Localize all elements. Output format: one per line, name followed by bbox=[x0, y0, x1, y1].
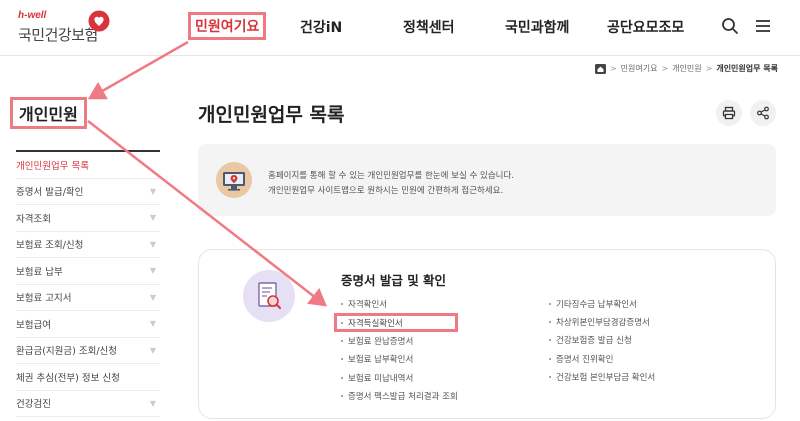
sidebar-item-label: 체권 추심(전부) 정보 신청 bbox=[16, 372, 120, 384]
breadcrumb-separator: > bbox=[661, 64, 669, 73]
chevron-down-icon: ▼ bbox=[149, 213, 156, 223]
breadcrumb-current: 개인민원업무 목록 bbox=[716, 64, 778, 73]
chevron-down-icon: ▼ bbox=[149, 319, 156, 329]
chevron-down-icon: ▼ bbox=[149, 345, 156, 355]
service-link[interactable]: 보험료 미납내역서 bbox=[341, 369, 458, 387]
section-title: 증명서 발급 및 확인 bbox=[341, 273, 447, 288]
sidebar-item-label: 보험료 조회/신청 bbox=[16, 240, 84, 252]
service-link-label: 건강보험증 발급 신청 bbox=[556, 336, 632, 347]
chevron-down-icon: ▼ bbox=[149, 398, 156, 408]
site-header: h-well 국민건강보험 민원여기요 건강iN 정책센터 국민과함께 공단요모… bbox=[0, 0, 800, 56]
search-icon[interactable] bbox=[720, 16, 740, 36]
sidebar-item-label: 보험료 납부 bbox=[16, 266, 63, 278]
chevron-down-icon: ▼ bbox=[149, 266, 156, 276]
service-link-label: 증명서 진위확인 bbox=[556, 354, 614, 365]
service-link-label: 보험료 미납내역서 bbox=[348, 373, 414, 384]
service-link-label: 보험료 완납증명서 bbox=[348, 337, 414, 348]
sidebar-item-label: 보험급여 bbox=[16, 319, 51, 331]
bullet-icon bbox=[341, 303, 343, 306]
breadcrumb-separator: > bbox=[705, 64, 713, 73]
share-button[interactable] bbox=[750, 100, 776, 126]
sidebar-title: 개인민원 bbox=[10, 97, 87, 129]
menu-icon[interactable] bbox=[753, 16, 773, 36]
service-link-label: 보험료 납부확인서 bbox=[348, 355, 414, 366]
chevron-down-icon: ▼ bbox=[149, 292, 156, 302]
nav-item-health-in[interactable]: 건강iN bbox=[300, 17, 342, 37]
sidebar-item[interactable]: 환급금(지원금) 조회/신청 ▼ bbox=[16, 338, 160, 364]
home-icon[interactable] bbox=[594, 63, 606, 74]
chevron-down-icon: ▼ bbox=[149, 239, 156, 249]
breadcrumb-separator: > bbox=[609, 64, 617, 73]
nav-item-policy-center[interactable]: 정책센터 bbox=[403, 17, 455, 37]
sidebar-item-label: 증명서 발급/확인 bbox=[16, 187, 84, 199]
sidebar-item[interactable]: 보험료 조회/신청 ▼ bbox=[16, 232, 160, 258]
sidebar-item-label: 보험료 고지서 bbox=[16, 293, 72, 305]
nav-item-civil-service[interactable]: 민원여기요 bbox=[188, 12, 267, 40]
service-link[interactable]: 보험료 완납증명서 bbox=[341, 332, 458, 350]
service-link[interactable]: 보험료 납부확인서 bbox=[341, 350, 458, 368]
nav-item-about[interactable]: 공단요모조모 bbox=[607, 17, 684, 37]
service-link-label: 증명서 팩스발급 처리결과 조회 bbox=[348, 391, 458, 402]
bullet-icon bbox=[341, 358, 343, 361]
sidebar-item-label: 건강검진 bbox=[16, 399, 51, 411]
sidebar-item[interactable]: 보험료 고지서 ▼ bbox=[16, 285, 160, 311]
service-link-label: 기타징수금 납부확인서 bbox=[556, 300, 637, 311]
sidebar-item-label: 환급금(지원금) 조회/신청 bbox=[16, 346, 118, 358]
bullet-icon bbox=[341, 394, 343, 397]
bullet-icon bbox=[341, 376, 343, 379]
service-link-label: 자격확인서 bbox=[348, 300, 388, 311]
logo[interactable]: h-well 국민건강보험 bbox=[18, 10, 113, 46]
bullet-icon bbox=[341, 340, 343, 343]
sidebar-item-label: 개인민원업무 목록 bbox=[16, 160, 89, 172]
sidebar-item[interactable]: 보험급여 ▼ bbox=[16, 311, 160, 338]
print-button[interactable] bbox=[716, 100, 742, 126]
service-link[interactable]: 증명서 진위확인 bbox=[549, 350, 655, 368]
bullet-icon bbox=[549, 375, 551, 378]
sidebar-item[interactable]: 개인민원업무 목록 bbox=[16, 152, 160, 179]
monitor-pin-icon bbox=[216, 162, 252, 198]
breadcrumb-item[interactable]: 개인민원 bbox=[672, 63, 701, 74]
section-card-certificates: 증명서 발급 및 확인 자격확인서자격득실확인서보험료 완납증명서보험료 납부확… bbox=[198, 249, 776, 419]
page-title: 개인민원업무 목록 bbox=[198, 104, 345, 126]
service-link-label: 차상위본인부담경감증명서 bbox=[556, 318, 650, 329]
sidebar-item[interactable]: 보험료 납부 ▼ bbox=[16, 258, 160, 285]
sidebar-item[interactable]: 건강검진 ▼ bbox=[16, 391, 160, 417]
section-icon-background bbox=[243, 270, 295, 322]
info-description-2: 개인민원업무 사이트맵으로 원하시는 민원에 간편하게 접근하세요. bbox=[268, 186, 504, 196]
service-link-label: 자격득실확인서 bbox=[348, 318, 403, 329]
info-description-1: 홈페이지를 통해 할 수 있는 개인민원업무를 한눈에 보실 수 있습니다. bbox=[268, 171, 514, 181]
print-icon bbox=[722, 106, 736, 120]
service-list-left: 자격확인서자격득실확인서보험료 완납증명서보험료 납부확인서보험료 미납내역서증… bbox=[334, 295, 458, 405]
sidebar-item[interactable]: 체권 추심(전부) 정보 신청 bbox=[16, 364, 160, 391]
sidebar-menu: 개인민원업무 목록 증명서 발급/확인 ▼ 자격조회 ▼ 보험료 조회/신청 ▼ 보험료 납부… bbox=[16, 150, 160, 417]
service-link[interactable]: 건강보험증 발급 신청 bbox=[549, 331, 655, 349]
nav-item-with-people[interactable]: 국민과함께 bbox=[505, 17, 569, 37]
share-icon bbox=[757, 106, 769, 120]
document-search-icon bbox=[258, 282, 281, 309]
service-link[interactable]: 증명서 팩스발급 처리결과 조회 bbox=[341, 387, 458, 405]
bullet-icon bbox=[549, 357, 551, 360]
service-link[interactable]: 차상위본인부담경감증명서 bbox=[549, 313, 655, 331]
chevron-down-icon: ▼ bbox=[149, 186, 156, 196]
breadcrumb: > 민원여기요 > 개인민원 > 개인민원업무 목록 bbox=[594, 63, 778, 74]
service-link[interactable]: 자격확인서 bbox=[341, 295, 458, 313]
logo-mark-icon bbox=[88, 10, 110, 32]
logo-tagline: h-well bbox=[18, 10, 47, 21]
service-link-label: 건강보험 본인부담금 확인서 bbox=[556, 372, 656, 383]
service-link[interactable]: 기타징수금 납부확인서 bbox=[549, 295, 655, 313]
bullet-icon bbox=[549, 321, 551, 324]
breadcrumb-item[interactable]: 민원여기요 bbox=[621, 63, 658, 74]
sidebar-item[interactable]: 자격조회 ▼ bbox=[16, 205, 160, 232]
service-link[interactable]: 건강보험 본인부담금 확인서 bbox=[549, 368, 655, 386]
service-list-right: 기타징수금 납부확인서차상위본인부담경감증명서건강보험증 발급 신청증명서 진위… bbox=[549, 295, 655, 386]
bullet-icon bbox=[549, 339, 551, 342]
bullet-icon bbox=[549, 303, 551, 306]
sidebar-item-label: 자격조회 bbox=[16, 213, 51, 225]
bullet-icon bbox=[341, 321, 343, 324]
info-box: 홈페이지를 통해 할 수 있는 개인민원업무를 한눈에 보실 수 있습니다. 개… bbox=[198, 144, 776, 216]
logo-name: 국민건강보험 bbox=[18, 27, 98, 44]
sidebar-item[interactable]: 증명서 발급/확인 ▼ bbox=[16, 179, 160, 205]
service-link[interactable]: 자격득실확인서 bbox=[334, 313, 458, 333]
